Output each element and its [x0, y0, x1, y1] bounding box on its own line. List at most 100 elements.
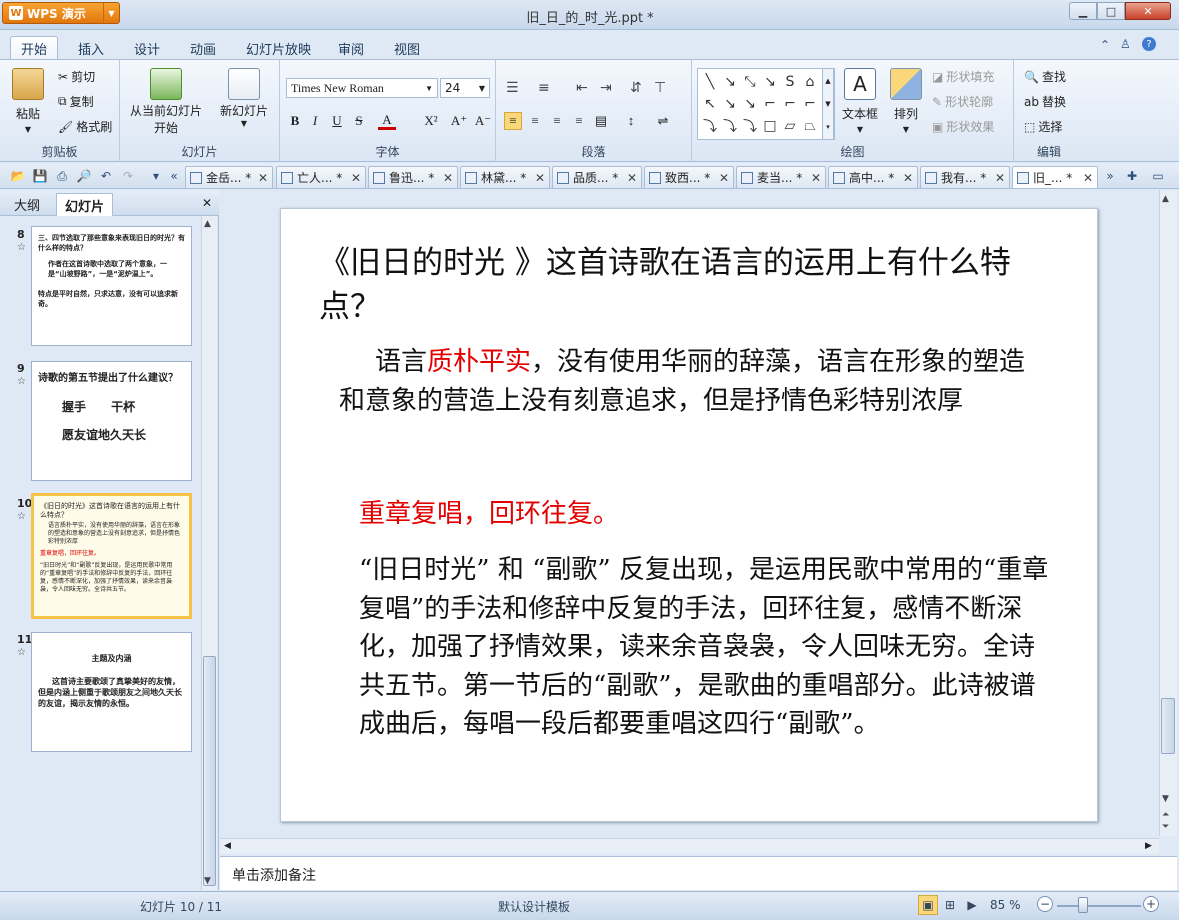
text-direction-button[interactable]: ⇵	[630, 80, 642, 96]
doc-tab[interactable]: 品质... * ✕	[552, 166, 642, 188]
maximize-button[interactable]: □	[1097, 2, 1125, 20]
connector-shape-icon[interactable]: ↘	[760, 71, 780, 93]
grow-font-button[interactable]: A⁺	[448, 112, 470, 130]
arrange-button[interactable]: 排列 ▼	[890, 68, 922, 134]
replace-button[interactable]: ab 替换	[1024, 93, 1066, 110]
close-tab-icon[interactable]: ✕	[995, 171, 1005, 185]
slide-red-heading[interactable]: 重章复唱，回环往复。	[359, 493, 619, 530]
redo-icon[interactable]: ↷	[120, 168, 136, 184]
editor-vertical-scrollbar[interactable]: ▲ ▼ ⏶ ⏷	[1159, 190, 1177, 836]
scroll-left-icon[interactable]: ◀	[224, 841, 231, 851]
scroll-right-icon[interactable]: ▶	[1145, 841, 1152, 851]
shape-outline-button[interactable]: ✎ 形状轮廓	[932, 93, 993, 110]
next-slide-icon[interactable]: ⏷	[1162, 822, 1169, 832]
app-menu-button[interactable]: W WPS 演示 ▼	[2, 2, 120, 24]
font-size-select[interactable]: 24 ▼	[440, 78, 490, 98]
shrink-font-button[interactable]: A⁻	[472, 112, 494, 130]
line2-shape-icon[interactable]: ↖	[700, 93, 720, 115]
cut-button[interactable]: ✂ 剪切	[58, 68, 95, 85]
notes-field[interactable]: 单击添加备注	[220, 856, 1177, 890]
open-folder-icon[interactable]: 📂	[10, 168, 26, 184]
slide-canvas[interactable]: 《旧日的时光 》这首诗歌在语言的运用上有什么特点？ 语言质朴平实，没有使用华丽的…	[280, 208, 1098, 822]
align-center-button[interactable]: ≡	[526, 112, 544, 130]
freeform-shape-icon[interactable]: ⌂	[800, 71, 820, 93]
decrease-indent-button[interactable]: ⇤	[576, 80, 588, 96]
zoom-slider-knob[interactable]	[1078, 897, 1088, 913]
slide-title[interactable]: 《旧日的时光 》这首诗歌在语言的运用上有什么特点？	[319, 241, 1059, 329]
zoom-in-icon[interactable]: +	[1143, 896, 1159, 912]
doc-tab[interactable]: 我有... * ✕	[920, 166, 1010, 188]
tabs-right-icon[interactable]: »	[1102, 168, 1118, 184]
rectangle-shape-icon[interactable]: □	[760, 115, 780, 137]
justify-button[interactable]: ≡	[570, 112, 588, 130]
close-tab-icon[interactable]: ✕	[903, 171, 913, 185]
elbow-arrow-shape-icon[interactable]: ↘	[740, 93, 760, 115]
normal-view-icon[interactable]: ▣	[918, 895, 938, 915]
close-tab-icon[interactable]: ✕	[443, 171, 453, 185]
line-shape-icon[interactable]: ╲	[700, 71, 720, 93]
paste-button[interactable]: 粘贴 ▼	[12, 68, 44, 134]
print-icon[interactable]: ⎙	[54, 168, 70, 184]
bold-button[interactable]: B	[286, 112, 304, 130]
close-tab-icon[interactable]: ✕	[627, 171, 637, 185]
close-tab-icon[interactable]: ✕	[535, 171, 545, 185]
curve3-shape-icon[interactable]: ⤵	[720, 115, 740, 137]
bullets-button[interactable]: ☰	[506, 80, 519, 96]
slide-thumbnail-selected[interactable]: 《旧日的时光》这首诗歌在语言的运用上有什么特点？ 语言质朴平实，没有使用华丽的辞…	[31, 493, 192, 619]
play-from-current-button[interactable]: 从当前幻灯片 开始	[130, 68, 202, 136]
customize-toolbar-icon[interactable]: ▾	[148, 168, 164, 184]
tab-view[interactable]: 视图	[384, 36, 430, 60]
zoom-slider[interactable]	[1057, 905, 1141, 907]
elbow2-shape-icon[interactable]: ⌐	[760, 93, 780, 115]
save-icon[interactable]: 💾	[32, 168, 48, 184]
distribute-button[interactable]: ▤	[592, 112, 610, 130]
double-arrow-shape-icon[interactable]: ⤡	[740, 71, 760, 93]
font-name-select[interactable]: Times New Roman ▼	[286, 78, 438, 98]
tab-insert[interactable]: 插入	[68, 36, 114, 60]
textbox-button[interactable]: A 文本框 ▼	[842, 68, 878, 134]
undo-icon[interactable]: ↶	[98, 168, 114, 184]
select-button[interactable]: ⬚ 选择	[1024, 118, 1062, 135]
zoom-out-icon[interactable]: −	[1037, 896, 1053, 912]
parallelogram-shape-icon[interactable]: ▱	[780, 115, 800, 137]
scrollbar-thumb[interactable]	[203, 656, 216, 886]
doc-tab[interactable]: 麦当... * ✕	[736, 166, 826, 188]
tab-review[interactable]: 审阅	[328, 36, 374, 60]
trapezoid-shape-icon[interactable]: ⏢	[800, 115, 820, 137]
doc-tab-active[interactable]: 旧_... * ✕	[1012, 166, 1098, 188]
tabs-left-icon[interactable]: «	[166, 168, 182, 184]
elbow3-shape-icon[interactable]: ⌐	[780, 93, 800, 115]
font-color-button[interactable]: A	[378, 112, 396, 130]
tab-slideshow[interactable]: 幻灯片放映	[236, 36, 321, 60]
align-text-button[interactable]: ⊤	[654, 80, 666, 96]
paragraph-settings-button[interactable]: ⇌	[654, 112, 672, 130]
tab-home[interactable]: 开始	[10, 36, 59, 60]
curve-shape-icon[interactable]: S	[780, 71, 800, 93]
slide-paragraph-2[interactable]: “旧日时光” 和 “副歌” 反复出现，是运用民歌中常用的“重章复唱”的手法和修辞…	[359, 551, 1059, 744]
scroll-up-icon[interactable]: ▲	[204, 219, 211, 229]
doc-tab[interactable]: 高中... * ✕	[828, 166, 918, 188]
scroll-up-icon[interactable]: ▲	[1162, 194, 1169, 204]
align-left-button[interactable]: ≡	[504, 112, 522, 130]
superscript-button[interactable]: X²	[420, 112, 442, 130]
slideshow-view-icon[interactable]: ▶	[962, 895, 982, 915]
strikethrough-button[interactable]: S	[350, 112, 368, 130]
shape-fill-button[interactable]: ◪ 形状填充	[932, 68, 994, 85]
tab-design[interactable]: 设计	[124, 36, 170, 60]
close-tab-icon[interactable]: ✕	[811, 171, 821, 185]
elbow4-shape-icon[interactable]: ⌐	[800, 93, 820, 115]
minimize-button[interactable]: ▁	[1069, 2, 1097, 20]
close-tab-icon[interactable]: ✕	[719, 171, 729, 185]
format-painter-button[interactable]: 🖌 格式刷	[58, 118, 112, 135]
underline-button[interactable]: U	[328, 112, 346, 130]
editor-horizontal-scrollbar[interactable]: ◀ ▶	[220, 838, 1159, 854]
tab-outline[interactable]: 大纲	[6, 193, 48, 216]
numbering-button[interactable]: ≡	[538, 80, 550, 96]
tab-animation[interactable]: 动画	[180, 36, 226, 60]
arrow-shape-icon[interactable]: ↘	[720, 71, 740, 93]
curve4-shape-icon[interactable]: ⤵	[740, 115, 760, 137]
prev-slide-icon[interactable]: ⏶	[1162, 810, 1169, 820]
shape-effect-button[interactable]: ▣ 形状效果	[932, 118, 994, 135]
help-icon[interactable]: ?	[1142, 37, 1156, 51]
new-tab-icon[interactable]: ✚	[1124, 168, 1140, 184]
